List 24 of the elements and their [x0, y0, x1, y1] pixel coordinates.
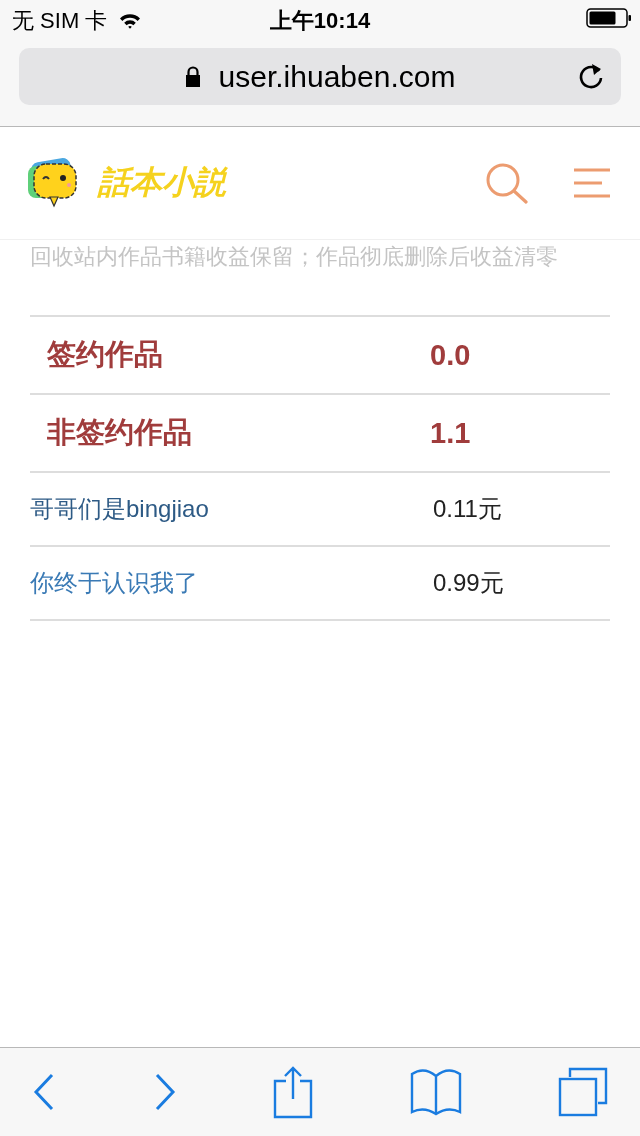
notice-text: 回收站内作品书籍收益保留；作品彻底删除后收益清零 — [30, 244, 559, 271]
back-icon[interactable] — [32, 1072, 56, 1112]
earnings-amount: 0.11元 — [433, 494, 502, 524]
wifi-icon — [119, 13, 142, 29]
reload-icon[interactable] — [577, 61, 605, 91]
tabs-icon[interactable] — [558, 1067, 608, 1117]
search-icon[interactable] — [484, 162, 530, 204]
carrier-label: 无 SIM 卡 — [12, 7, 108, 35]
url-text: user.ihuaben.com — [218, 59, 456, 94]
share-icon[interactable] — [273, 1065, 313, 1119]
clock-time: 上午10:14 — [269, 7, 371, 35]
category-label: 签约作品 — [46, 337, 164, 372]
earnings-total: 0.0 — [430, 338, 471, 372]
battery-icon — [586, 8, 632, 28]
bookmarks-icon[interactable] — [409, 1068, 462, 1116]
lock-icon — [184, 65, 201, 88]
logo-text: 話本小説 — [98, 163, 226, 202]
category-label: 非签约作品 — [46, 415, 193, 450]
work-title-link[interactable]: 哥哥们是bingjiao — [30, 493, 433, 525]
earnings-amount: 0.99元 — [433, 568, 504, 598]
menu-icon[interactable] — [572, 167, 612, 199]
work-title-link[interactable]: 你终于认识我了 — [30, 567, 433, 599]
address-bar[interactable]: user.ihuaben.com — [19, 48, 621, 105]
earnings-total: 1.1 — [430, 416, 471, 450]
